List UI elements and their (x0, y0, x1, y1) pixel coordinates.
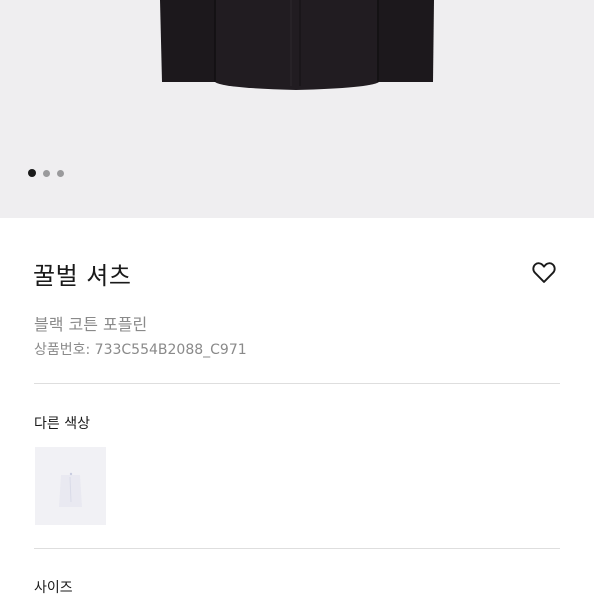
divider (34, 383, 560, 384)
product-subtitle: 블랙 코튼 포플린 (34, 315, 148, 334)
gallery-dot-2[interactable] (43, 169, 50, 177)
product-number: 상품번호: 733C554B2088_C971 (34, 342, 247, 358)
gallery-pagination[interactable] (28, 169, 64, 177)
gallery-dot-1[interactable] (28, 169, 36, 177)
white-shirt-thumbnail (35, 447, 106, 525)
wishlist-button[interactable] (530, 258, 558, 286)
heart-icon (532, 262, 556, 283)
color-swatch-white[interactable] (35, 447, 106, 525)
other-colors-label: 다른 색상 (34, 416, 90, 432)
gallery-dot-3[interactable] (57, 169, 64, 177)
size-label: 사이즈 (34, 580, 73, 594)
divider (34, 548, 560, 549)
product-detail-page: 꿀벌 셔츠 블랙 코튼 포플린 상품번호: 733C554B2088_C971 … (0, 0, 594, 594)
product-image-gallery[interactable] (0, 0, 594, 218)
product-title: 꿀벌 셔츠 (33, 262, 132, 290)
shirt-image (160, 0, 434, 90)
